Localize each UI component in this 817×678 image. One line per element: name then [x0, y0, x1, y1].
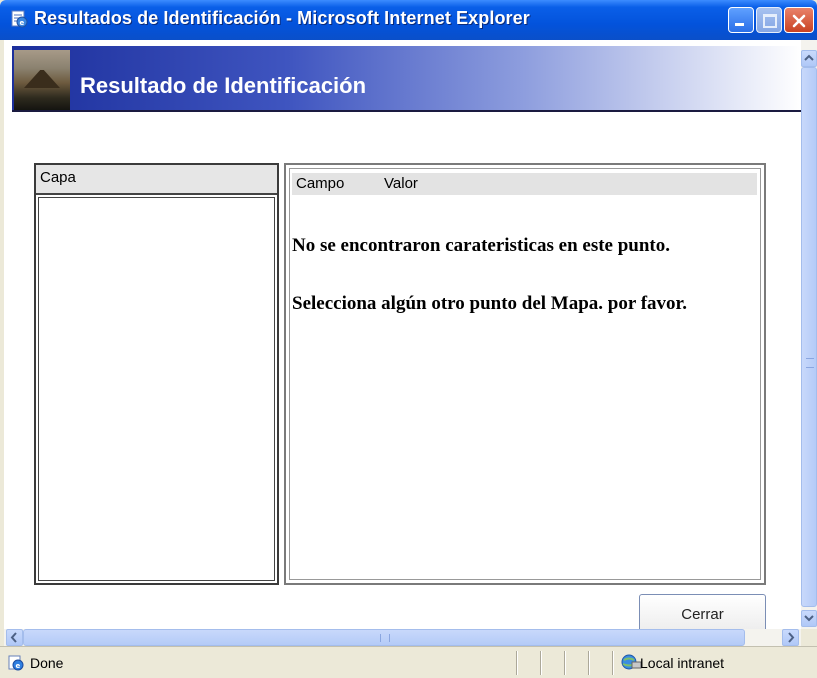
svg-text:e: e	[20, 19, 25, 27]
maximize-button[interactable]	[756, 7, 782, 33]
svg-text:e: e	[16, 662, 21, 670]
window-title: Resultados de Identificación - Microsoft…	[34, 8, 530, 28]
security-zone-label: Local intranet	[640, 655, 725, 671]
status-divider	[612, 651, 614, 675]
layers-list[interactable]	[38, 197, 275, 581]
grip-icon	[806, 358, 814, 368]
vertical-scroll-thumb[interactable]	[801, 67, 817, 607]
select-other-point-message: Selecciona algún otro punto del Mapa. po…	[292, 293, 687, 314]
scroll-up-button[interactable]	[801, 50, 817, 67]
horizontal-scroll-thumb[interactable]	[23, 629, 745, 646]
intranet-globe-icon	[621, 654, 642, 670]
scroll-left-button[interactable]	[6, 629, 23, 646]
chevron-right-icon	[788, 632, 795, 643]
scroll-right-button[interactable]	[782, 629, 799, 646]
attributes-panel: Campo Valor No se encontraron caraterist…	[284, 163, 766, 585]
status-text: Done	[30, 655, 64, 671]
chevron-down-icon	[804, 615, 814, 622]
minimize-button[interactable]	[728, 7, 754, 33]
status-divider	[564, 651, 566, 675]
scroll-down-button[interactable]	[801, 610, 817, 627]
title-bar[interactable]: e Resultados de Identificación - Microso…	[0, 0, 817, 40]
close-button[interactable]: Cerrar	[639, 594, 766, 629]
browser-window: e Resultados de Identificación - Microso…	[0, 0, 817, 678]
ie-page-icon: e	[11, 10, 28, 28]
status-divider	[540, 651, 542, 675]
volcano-photo	[14, 50, 70, 110]
attributes-header-row: Campo Valor	[292, 173, 757, 195]
column-header-campo: Campo	[296, 175, 345, 192]
chevron-up-icon	[804, 54, 814, 61]
page-content: Resultado de Identificación Capa Campo V…	[4, 40, 801, 629]
no-features-message: No se encontraron carateristicas en este…	[292, 235, 670, 256]
ie-done-icon: e	[8, 655, 24, 671]
layers-header: Capa	[36, 165, 277, 195]
vertical-scrollbar[interactable]	[801, 40, 817, 629]
status-bar: e Done Local intranet	[0, 646, 817, 678]
horizontal-scrollbar[interactable]	[4, 629, 801, 646]
status-divider	[516, 651, 518, 675]
grip-icon	[380, 634, 390, 642]
layers-panel: Capa	[34, 163, 279, 585]
close-icon	[792, 14, 806, 28]
status-divider	[588, 651, 590, 675]
page-title: Resultado de Identificación	[80, 73, 367, 98]
chevron-left-icon	[10, 632, 17, 643]
column-header-valor: Valor	[384, 175, 418, 192]
attributes-frame: Campo Valor No se encontraron caraterist…	[289, 168, 761, 580]
header-banner: Resultado de Identificación	[12, 46, 801, 112]
scrollbar-corner	[801, 629, 817, 646]
close-window-button[interactable]	[784, 7, 814, 33]
